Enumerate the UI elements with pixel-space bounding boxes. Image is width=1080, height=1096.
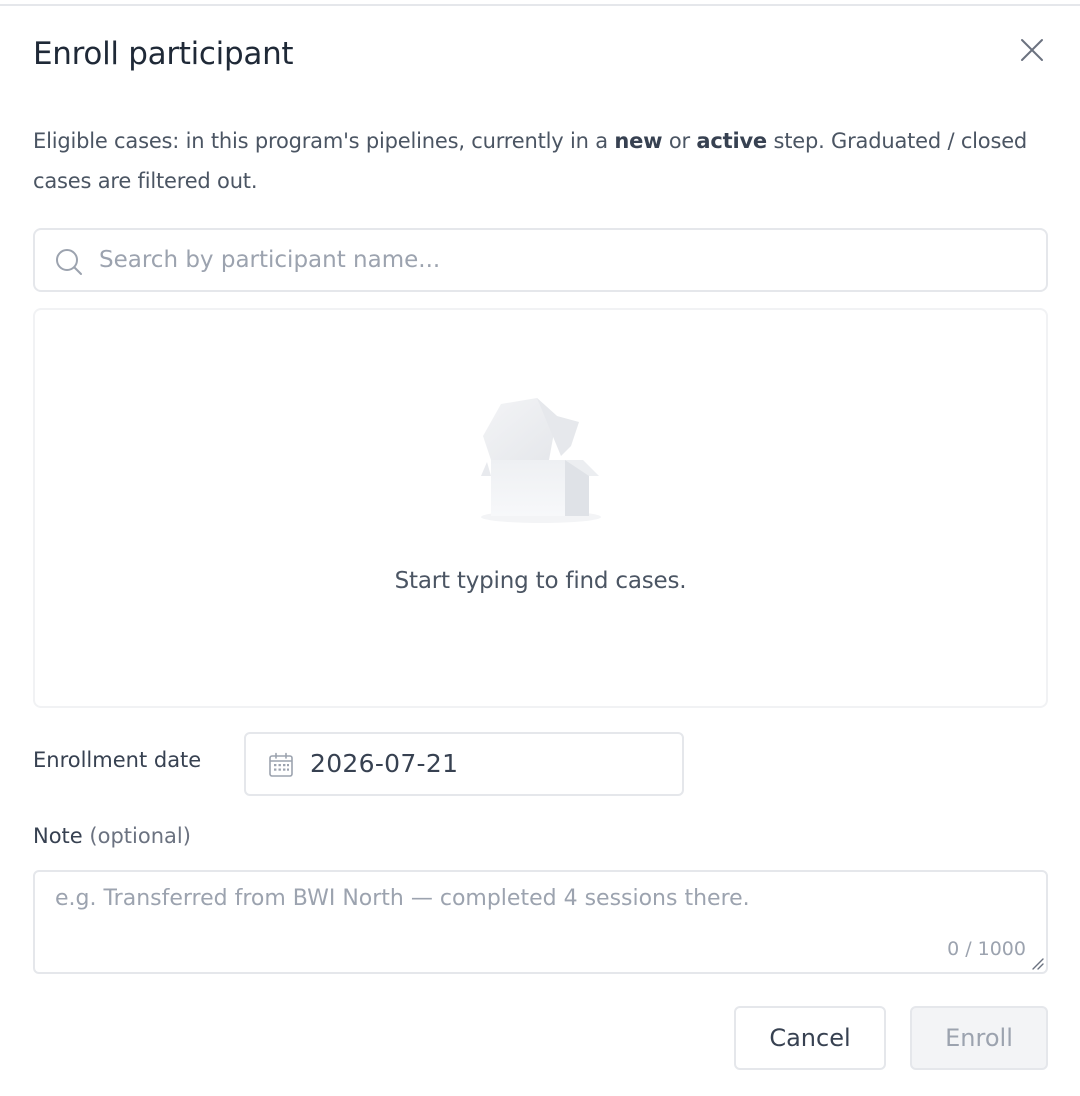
enroll-button[interactable]: Enroll [910,1006,1048,1070]
cancel-button[interactable]: Cancel [734,1006,886,1070]
results-panel: Start typing to find cases. [33,308,1048,708]
description-text-1: Eligible cases: in this program's pipeli… [33,129,615,153]
calendar-icon [269,752,293,777]
note-label-text: Note [33,824,83,848]
note-field[interactable]: 0 / 1000 [33,870,1048,974]
enrollment-date-picker[interactable]: 2026-07-21 [244,732,684,796]
enrollment-date-value: 2026-07-21 [310,749,459,778]
description-new: new [614,129,663,153]
close-button[interactable] [1014,32,1050,68]
participant-search[interactable] [33,228,1048,292]
note-label: Note (optional) [33,824,191,848]
empty-box-illustration [481,398,601,523]
enrollment-date-label: Enrollment date [33,748,202,772]
note-label-optional: (optional) [89,824,191,848]
enroll-participant-dialog: Enroll participant Eligible cases: in th… [0,4,1080,1096]
empty-state-message: Start typing to find cases. [394,568,687,594]
description-active: active [696,129,767,153]
close-icon [1021,39,1043,61]
eligibility-description: Eligible cases: in this program's pipeli… [33,121,1053,201]
search-icon [56,249,82,275]
description-text-2: or [662,129,697,153]
resize-grip-icon[interactable] [1030,956,1044,970]
search-input[interactable] [97,238,1027,282]
note-textarea[interactable] [53,884,1023,954]
dialog-title: Enroll participant [33,36,294,72]
note-character-counter: 0 / 1000 [947,938,1026,960]
